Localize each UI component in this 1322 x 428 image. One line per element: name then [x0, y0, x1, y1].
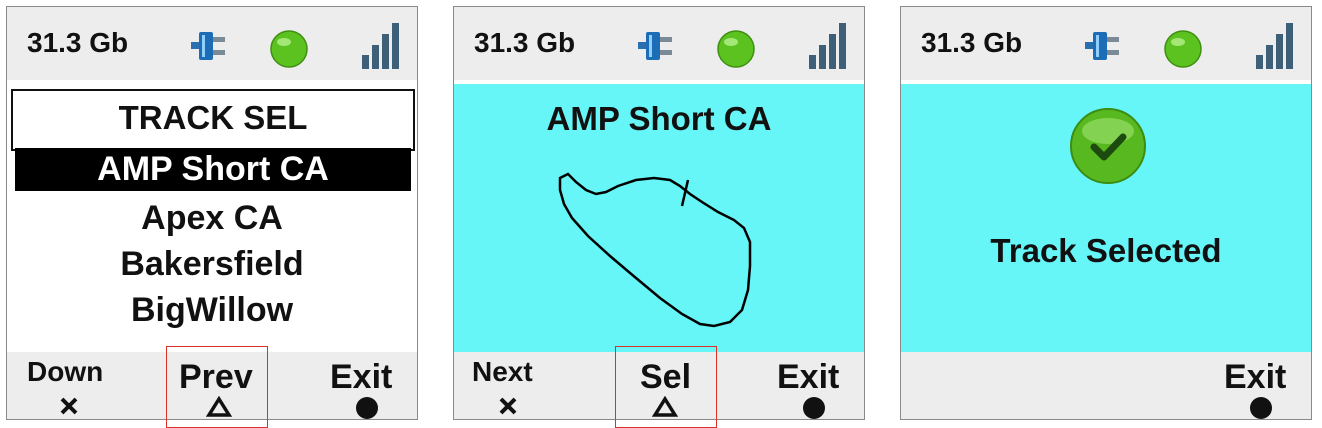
softkey-next-label[interactable]: Next	[472, 356, 533, 388]
cross-symbol-icon	[60, 397, 78, 415]
storage-indicator: 31.3 Gb	[474, 27, 576, 58]
signal-bars-icon	[809, 23, 846, 69]
track-map	[558, 172, 752, 328]
green-status-led-icon	[270, 30, 308, 68]
confirmation-message: Track Selected	[990, 232, 1222, 269]
track-name: AMP Short CA	[546, 100, 772, 137]
storage-indicator: 31.3 Gb	[921, 27, 1023, 58]
screen-track-confirmed: 31.3 Gb Track Selected Exit	[900, 6, 1312, 420]
plug-icon	[191, 32, 225, 60]
storage-indicator: 31.3 Gb	[27, 27, 129, 58]
plug-icon	[638, 32, 672, 60]
prev-button-highlight	[166, 346, 268, 428]
confirmation-panel: Track Selected	[901, 84, 1311, 352]
status-bar: 31.3 Gb	[901, 7, 1311, 80]
circle-symbol-icon	[1250, 397, 1272, 419]
softkey-exit-label[interactable]: Exit	[1224, 358, 1286, 397]
track-list-item[interactable]: BigWillow	[7, 290, 417, 330]
softkey-exit-label[interactable]: Exit	[777, 358, 839, 397]
status-bar: 31.3 Gb	[7, 7, 417, 80]
softkey-exit-label[interactable]: Exit	[330, 358, 392, 397]
signal-bars-icon	[362, 23, 399, 69]
track-list-item[interactable]: Apex CA	[7, 198, 417, 238]
menu-title: TRACK SEL	[118, 99, 308, 136]
cross-symbol-icon	[499, 397, 517, 415]
green-status-led-icon	[1164, 30, 1202, 68]
track-preview-panel: AMP Short CA	[454, 84, 864, 352]
circle-symbol-icon	[356, 397, 378, 419]
softkey-down-label[interactable]: Down	[27, 356, 103, 388]
checkmark-icon	[1070, 108, 1146, 184]
circle-symbol-icon	[803, 397, 825, 419]
select-button-highlight	[615, 346, 717, 428]
green-status-led-icon	[717, 30, 755, 68]
track-list-item-selected[interactable]: AMP Short CA	[15, 148, 411, 191]
menu-title-box: TRACK SEL	[11, 89, 415, 151]
track-list-item[interactable]: Bakersfield	[7, 244, 417, 284]
status-bar: 31.3 Gb	[454, 7, 864, 80]
softkey-bar: Exit	[901, 352, 1311, 419]
plug-icon	[1085, 32, 1119, 60]
signal-bars-icon	[1256, 23, 1293, 69]
